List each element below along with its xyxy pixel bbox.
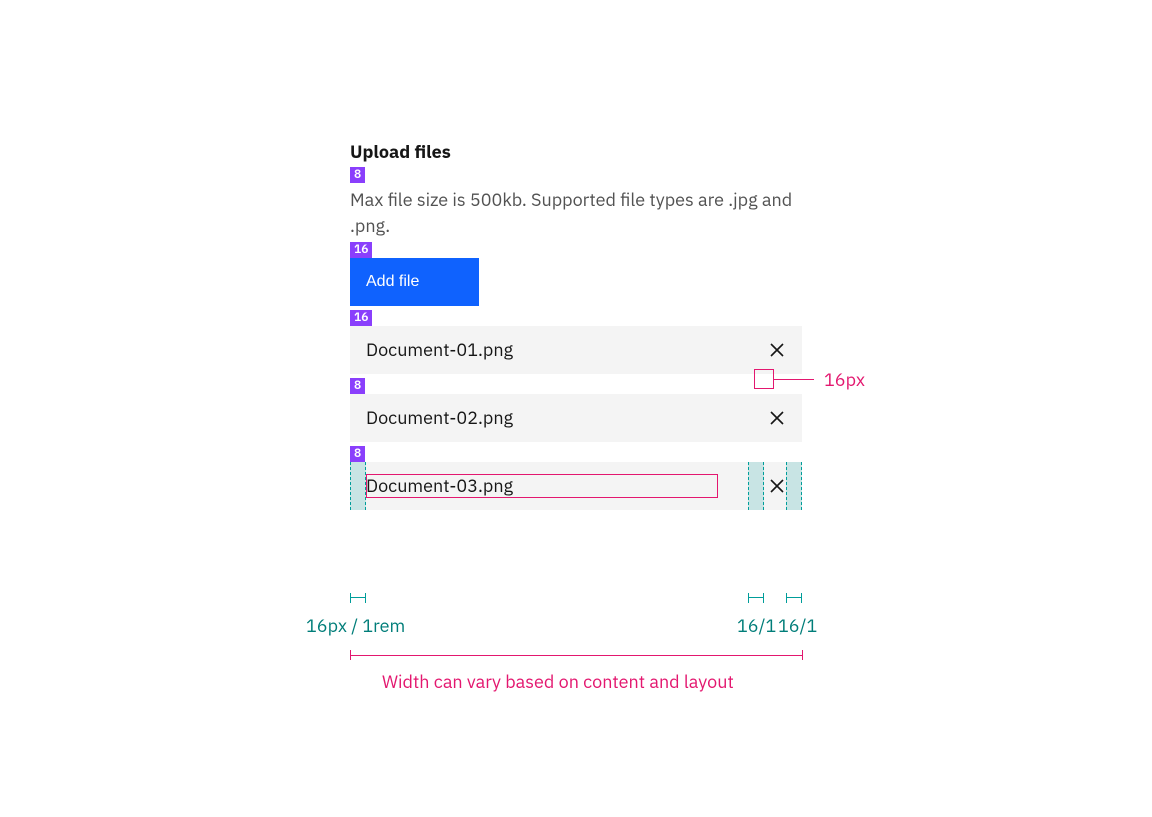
padding-bracket-mid xyxy=(748,593,764,603)
width-spec-label: Width can vary based on content and layo… xyxy=(382,670,734,693)
file-row: Document-01.png xyxy=(350,326,802,374)
close-icon-size-label: 16px xyxy=(824,368,865,391)
file-uploader: Upload files 8 Max file size is 500kb. S… xyxy=(350,140,802,510)
file-name: Document-01.png xyxy=(366,338,513,361)
spacing-token-16: 16 xyxy=(350,242,372,258)
add-file-button[interactable]: Add file xyxy=(350,258,479,306)
padding-bracket-left xyxy=(350,593,366,603)
uploader-heading: Upload files xyxy=(350,140,802,163)
padding-spec-right xyxy=(786,462,802,510)
close-icon xyxy=(769,410,785,426)
add-file-button-label: Add file xyxy=(366,273,419,291)
padding-label-mid: 16/1 xyxy=(737,614,776,637)
remove-file-button[interactable] xyxy=(768,409,786,427)
file-row: Document-03.png xyxy=(350,462,802,510)
remove-file-button[interactable] xyxy=(768,341,786,359)
padding-spec-left xyxy=(350,462,366,510)
annotation-leader-line xyxy=(774,379,814,380)
spacing-token-8: 8 xyxy=(350,167,365,183)
width-spec-line xyxy=(350,655,802,656)
spacing-token-8: 8 xyxy=(350,446,365,462)
padding-spec-mid xyxy=(748,462,764,510)
close-icon xyxy=(769,478,785,494)
filename-bounding-box xyxy=(366,474,718,498)
width-spec-tick xyxy=(802,650,803,660)
close-icon-spec-box xyxy=(754,369,774,389)
close-icon xyxy=(769,342,785,358)
spacing-token-8: 8 xyxy=(350,378,365,394)
uploader-helper-text: Max file size is 500kb. Supported file t… xyxy=(350,187,802,237)
file-name: Document-02.png xyxy=(366,406,513,429)
spacing-token-16: 16 xyxy=(350,310,372,326)
remove-file-button[interactable] xyxy=(768,477,786,495)
padding-label-left: 16px / 1rem xyxy=(306,614,405,637)
file-row: Document-02.png xyxy=(350,394,802,442)
padding-bracket-right xyxy=(786,593,802,603)
padding-label-right: 16/1 xyxy=(778,614,817,637)
